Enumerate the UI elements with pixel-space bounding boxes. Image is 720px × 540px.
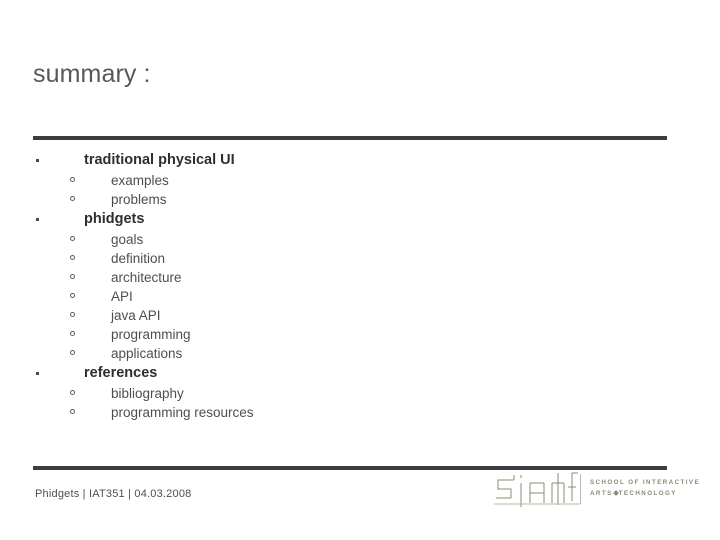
divider-bottom: [33, 466, 667, 470]
logo-wordmark: SCHOOL OF INTERACTIVE ARTS TECHNOLOGY: [590, 477, 700, 499]
logo-divider: [580, 474, 581, 504]
outline-item-level2: definition: [0, 249, 720, 268]
outline-list: traditional physical UI examples problem…: [0, 150, 720, 422]
logo-line-2-before: ARTS: [590, 490, 613, 497]
divider-top: [33, 136, 667, 140]
square-bullet-icon: [36, 159, 39, 162]
outline-group: traditional physical UI examples problem…: [0, 150, 720, 209]
outline-item-level1-label: traditional physical UI: [84, 152, 235, 168]
outline-item-level2-label: examples: [111, 173, 169, 188]
outline-group: references bibliography programming reso…: [0, 363, 720, 422]
outline-item-level2-label: definition: [111, 251, 166, 266]
outline-item-level2: architecture: [0, 268, 720, 287]
outline-item-level1-label: phidgets: [84, 211, 145, 227]
footer-caption: Phidgets | IAT351 | 04.03.2008: [35, 488, 192, 500]
outline-item-level2-label: programming resources: [111, 405, 254, 420]
circle-bullet-icon: [70, 331, 75, 336]
square-bullet-icon: [36, 218, 39, 221]
outline-item-level2: bibliography: [0, 384, 720, 403]
outline-item-level2: java API: [0, 306, 720, 325]
outline-item-level2: goals: [0, 230, 720, 249]
outline-item-level1: phidgets: [0, 209, 720, 230]
outline-item-level2-label: java API: [111, 308, 161, 323]
outline-item-level2-label: goals: [111, 232, 144, 247]
slide-canvas: summary : traditional physical UI exampl…: [0, 0, 720, 540]
circle-bullet-icon: [70, 255, 75, 260]
circle-bullet-icon: [70, 293, 75, 298]
outline-group: phidgets goals definition architecture A…: [0, 209, 720, 363]
page-title: summary :: [33, 60, 151, 88]
outline-item-level2: API: [0, 287, 720, 306]
outline-item-level2-label: API: [111, 289, 133, 304]
siat-logo: SCHOOL OF INTERACTIVE ARTS TECHNOLOGY: [494, 471, 699, 513]
outline-item-level2-label: bibliography: [111, 386, 184, 401]
circle-bullet-icon: [70, 274, 75, 279]
square-bullet-icon: [36, 372, 39, 375]
outline-item-level2: applications: [0, 344, 720, 363]
outline-item-level2: programming resources: [0, 403, 720, 422]
outline-item-level2-label: architecture: [111, 270, 182, 285]
circle-bullet-icon: [70, 236, 75, 241]
circle-bullet-icon: [70, 177, 75, 182]
logo-line-2: ARTS TECHNOLOGY: [590, 488, 700, 499]
outline-item-level1-label: references: [84, 365, 158, 381]
circle-bullet-icon: [70, 312, 75, 317]
outline-item-level2: problems: [0, 190, 720, 209]
circle-bullet-icon: [70, 350, 75, 355]
circle-bullet-icon: [70, 196, 75, 201]
outline-item-level2-label: applications: [111, 346, 183, 361]
siat-logo-mark-icon: [494, 472, 580, 507]
outline-item-level1: traditional physical UI: [0, 150, 720, 171]
logo-line-2-after: TECHNOLOGY: [618, 490, 677, 497]
circle-bullet-icon: [70, 390, 75, 395]
outline-item-level2: programming: [0, 325, 720, 344]
circle-bullet-icon: [70, 409, 75, 414]
outline-item-level2-label: problems: [111, 192, 167, 207]
diamond-icon: [612, 490, 619, 497]
logo-line-1: SCHOOL OF INTERACTIVE: [590, 479, 701, 486]
outline-item-level1: references: [0, 363, 720, 384]
outline-item-level2: examples: [0, 171, 720, 190]
outline-item-level2-label: programming: [111, 327, 191, 342]
